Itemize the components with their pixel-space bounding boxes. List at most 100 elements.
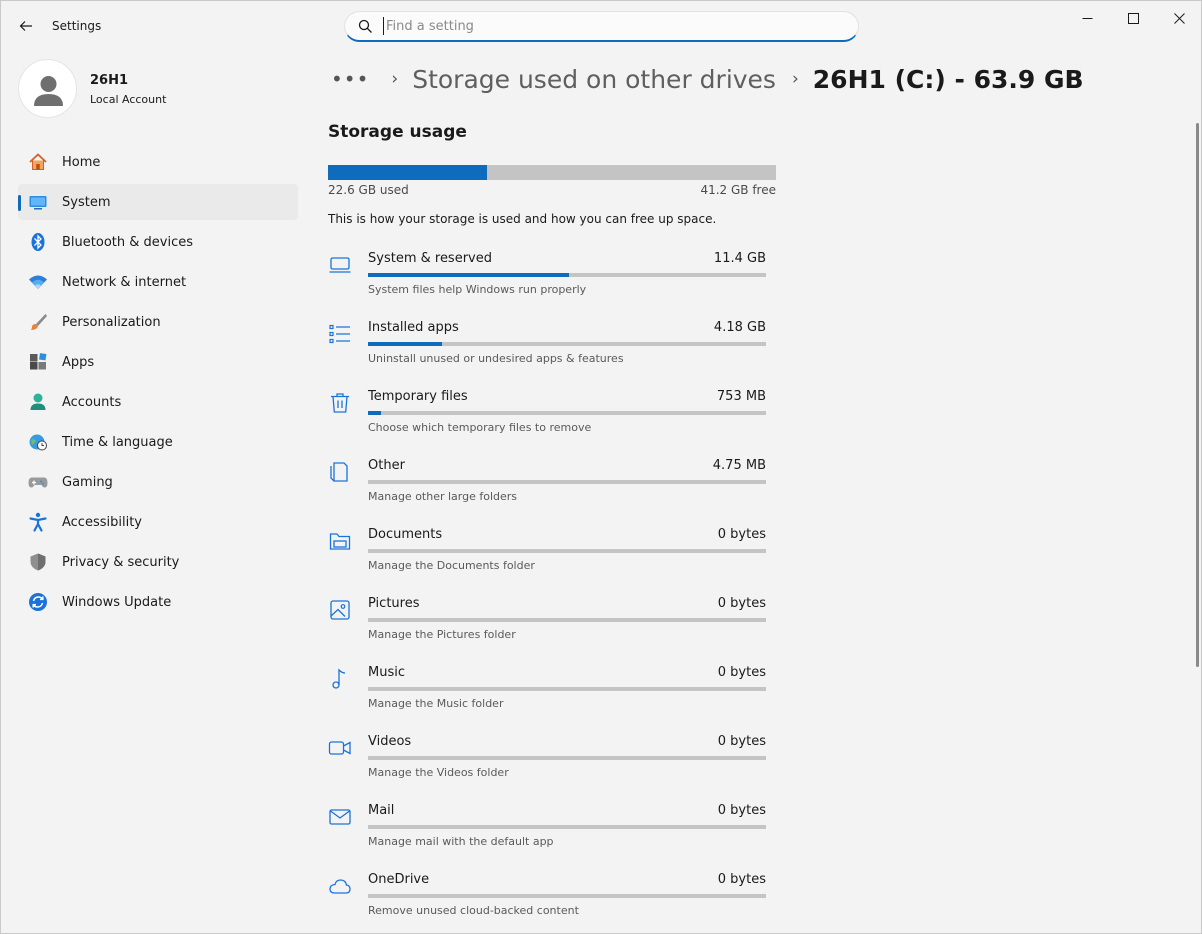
sidebar-item-network[interactable]: Network & internet — [18, 264, 298, 300]
category-size: 4.18 GB — [713, 320, 766, 335]
wifi-icon — [29, 275, 47, 289]
chevron-right-icon: › — [791, 69, 799, 89]
storage-description: This is how your storage is used and how… — [328, 212, 717, 226]
category-size: 753 MB — [716, 389, 766, 404]
sidebar-item-label: Network & internet — [62, 275, 187, 290]
sidebar-item-bluetooth[interactable]: Bluetooth & devices — [18, 224, 298, 260]
sidebar-item-privacy-security[interactable]: Privacy & security — [18, 544, 298, 580]
category-subtitle: Manage mail with the default app — [368, 835, 554, 848]
back-arrow-icon — [19, 21, 32, 31]
category-size: 0 bytes — [717, 872, 766, 887]
breadcrumb-more-button[interactable]: ••• — [331, 67, 369, 91]
category-name: Pictures — [368, 596, 420, 611]
sidebar-item-windows-update[interactable]: Windows Update — [18, 584, 298, 620]
storage-category-installed-apps[interactable]: Installed apps 4.18 GB Uninstall unused or… — [328, 320, 768, 380]
sidebar-item-label: Apps — [62, 355, 95, 370]
category-usage-bar — [368, 756, 766, 760]
category-subtitle: Manage the Videos folder — [368, 766, 509, 779]
shield-icon — [30, 553, 46, 571]
home-icon — [29, 153, 47, 170]
sidebar-item-personalization[interactable]: Personalization — [18, 304, 298, 340]
list-icon — [329, 324, 350, 344]
category-subtitle: Manage the Documents folder — [368, 559, 535, 572]
user-profile[interactable]: 26H1 Local Account — [18, 59, 298, 119]
storage-category-temporary-files[interactable]: Temporary files 753 MB Choose which tempor… — [328, 389, 768, 449]
close-icon — [1173, 12, 1185, 24]
category-usage-fill — [368, 273, 569, 277]
system-icon — [29, 196, 47, 210]
total-usage-bar — [328, 165, 776, 180]
search-input[interactable] — [383, 17, 823, 35]
sidebar-item-label: Time & language — [62, 435, 173, 450]
close-button[interactable] — [1156, 1, 1202, 35]
sidebar-item-accessibility[interactable]: Accessibility — [18, 504, 298, 540]
storage-category-system-reserved[interactable]: System & reserved 11.4 GB System files hel… — [328, 251, 768, 311]
sidebar-item-time-language[interactable]: Time & language — [18, 424, 298, 460]
sidebar-item-home[interactable]: Home — [18, 144, 298, 180]
category-size: 0 bytes — [717, 596, 766, 611]
title-bar: Settings — [1, 1, 1201, 51]
document-icon — [330, 462, 348, 482]
person-icon — [34, 76, 63, 106]
storage-category-videos[interactable]: Videos 0 bytes Manage the Videos folder — [328, 734, 768, 794]
brush-icon — [31, 314, 47, 330]
sidebar-item-label: Windows Update — [62, 595, 172, 610]
storage-category-pictures[interactable]: Pictures 0 bytes Manage the Pictures folde… — [328, 596, 768, 656]
category-name: System & reserved — [368, 251, 492, 266]
category-size: 0 bytes — [717, 803, 766, 818]
profile-account-type: Local Account — [90, 93, 167, 106]
profile-name: 26H1 — [90, 73, 129, 88]
category-usage-bar — [368, 411, 766, 415]
section-title: Storage usage — [328, 122, 467, 142]
storage-category-onedrive[interactable]: OneDrive 0 bytes Remove unused cloud-backe… — [328, 872, 768, 932]
search-box[interactable] — [344, 11, 859, 42]
category-subtitle: Uninstall unused or undesired apps & fea… — [368, 352, 624, 365]
category-name: Documents — [368, 527, 443, 542]
trash-icon — [331, 393, 349, 413]
category-name: Music — [368, 665, 405, 680]
chevron-right-icon: › — [391, 69, 399, 89]
scrollbar[interactable] — [1196, 123, 1199, 667]
storage-category-mail[interactable]: Mail 0 bytes Manage mail with the default … — [328, 803, 768, 863]
category-usage-fill — [368, 342, 442, 346]
category-size: 11.4 GB — [713, 251, 766, 266]
category-subtitle: Remove unused cloud-backed content — [368, 904, 579, 917]
category-usage-bar — [368, 480, 766, 484]
page-title: 26H1 (C:) - 63.9 GB — [812, 64, 1084, 94]
storage-category-other[interactable]: Other 4.75 MB Manage other large folders — [328, 458, 768, 518]
category-size: 0 bytes — [717, 734, 766, 749]
sidebar-item-label: Accessibility — [62, 515, 142, 530]
sidebar-item-label: Gaming — [62, 475, 113, 490]
storage-category-music[interactable]: Music 0 bytes Manage the Music folder — [328, 665, 768, 725]
minimize-icon — [1082, 17, 1092, 19]
avatar — [18, 59, 77, 118]
globe-clock-icon — [29, 434, 47, 451]
category-usage-bar — [368, 894, 766, 898]
category-name: Other — [368, 458, 405, 473]
update-icon — [29, 593, 47, 611]
sidebar-item-apps[interactable]: Apps — [18, 344, 298, 380]
category-usage-bar — [368, 273, 766, 277]
sidebar-item-gaming[interactable]: Gaming — [18, 464, 298, 500]
category-name: Temporary files — [368, 389, 468, 404]
maximize-button[interactable] — [1110, 1, 1156, 35]
category-name: Installed apps — [368, 320, 459, 335]
sidebar-nav: Home System Bluetooth & devices Network … — [18, 144, 298, 624]
video-icon — [328, 741, 351, 755]
category-usage-bar — [368, 618, 766, 622]
mail-icon — [329, 809, 351, 825]
accounts-icon — [30, 393, 46, 410]
cloud-icon — [329, 879, 351, 894]
sidebar-item-accounts[interactable]: Accounts — [18, 384, 298, 420]
minimize-button[interactable] — [1064, 1, 1110, 35]
back-button[interactable] — [11, 11, 41, 41]
breadcrumb-parent-link[interactable]: Storage used on other drives — [412, 65, 776, 94]
category-usage-bar — [368, 687, 766, 691]
laptop-icon — [329, 257, 351, 273]
sidebar-item-label: System — [62, 195, 111, 210]
sidebar-item-system[interactable]: System — [18, 184, 298, 220]
storage-category-documents[interactable]: Documents 0 bytes Manage the Documents fol… — [328, 527, 768, 587]
category-subtitle: System files help Windows run properly — [368, 283, 587, 296]
category-size: 4.75 MB — [712, 458, 766, 473]
total-usage-fill — [328, 165, 487, 180]
